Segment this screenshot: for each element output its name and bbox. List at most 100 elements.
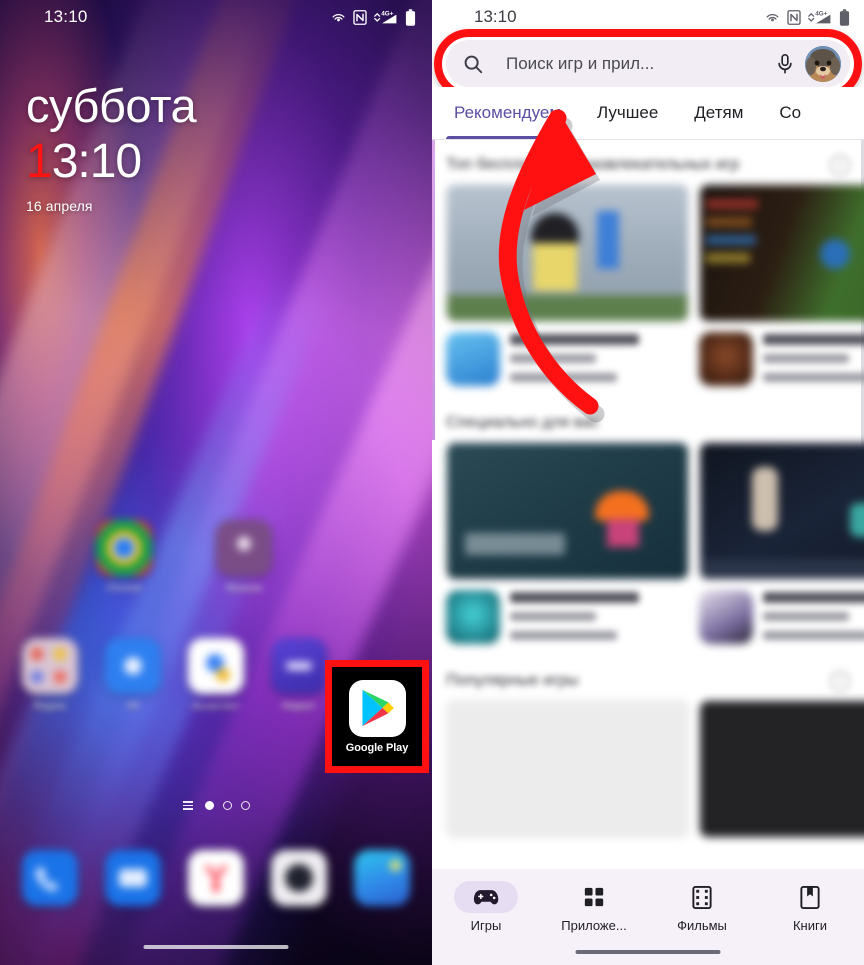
tab-events[interactable]: Со [761, 87, 819, 139]
home-app-chrome[interactable]: Chrome [88, 520, 160, 594]
info-icon[interactable]: i [830, 155, 850, 175]
folder-icon [22, 638, 78, 694]
app-banner [699, 442, 864, 580]
app-icon [446, 332, 500, 386]
signal-4g-plus-icon: 4G+ [808, 10, 831, 24]
google-play-icon [348, 679, 406, 737]
battery-icon [839, 8, 850, 26]
clock-date: 16 апреля [26, 197, 93, 214]
nav-item-movies[interactable]: Фильмы [648, 881, 756, 933]
home-app-vk[interactable]: VK [97, 638, 169, 712]
camera-icon [271, 850, 327, 906]
status-bar-icons: 4G+ [765, 8, 850, 26]
home-app-label: Яндекс [33, 701, 67, 712]
app-banner [446, 700, 689, 838]
nav-pill [778, 881, 842, 913]
nfc-icon [353, 9, 367, 25]
messages-icon [105, 850, 161, 906]
page-dot-1[interactable] [204, 801, 214, 810]
status-bar-icons: 4G+ [331, 8, 416, 26]
clock-widget[interactable]: суббота 13:10 16 апреля [26, 82, 197, 214]
search-input[interactable]: Поиск игр и прил... [446, 40, 850, 87]
nav-item-apps[interactable]: Приложе... [540, 881, 648, 933]
content-accent-edge [432, 140, 435, 440]
clock-time-rest: 3:10 [51, 135, 142, 188]
app-banner [699, 700, 864, 838]
app-card[interactable] [699, 700, 864, 838]
book-icon [800, 885, 820, 909]
cast-icon [766, 13, 779, 21]
app-meta [763, 332, 864, 382]
gallery-icon [354, 850, 410, 906]
app-icon [699, 590, 753, 644]
page-dot-3[interactable] [240, 801, 250, 810]
page-dot-2[interactable] [222, 801, 232, 810]
app-card[interactable] [446, 184, 689, 386]
home-gesture-bar[interactable] [143, 945, 289, 949]
section-title: Топ бесплатных и развлекательных игр [446, 156, 740, 173]
dock-app-phone[interactable] [14, 850, 86, 906]
chrome-icon [96, 520, 152, 576]
app-banner [446, 442, 689, 580]
dock-app-camera[interactable] [263, 850, 335, 906]
signal-4g-plus-icon: 4G+ [374, 10, 397, 24]
dock-app-messages[interactable] [97, 850, 169, 906]
app-banner [699, 184, 864, 322]
content-section: Популярные игры i [432, 644, 864, 838]
play-gesture-bar[interactable] [575, 950, 721, 954]
svg-text:4G+: 4G+ [381, 10, 394, 17]
svg-text:4G+: 4G+ [815, 10, 828, 17]
search-icon [464, 55, 483, 73]
list-icon[interactable] [182, 801, 193, 810]
search-bar-container: Поиск игр и прил... [434, 29, 862, 99]
cast-icon [332, 13, 345, 21]
android-home-screen: 13:10 4G+ суббота 13:10 16 апреля Chrome… [0, 0, 432, 965]
nav-label: Книги [792, 918, 828, 933]
music-icon [216, 520, 272, 576]
play-status-bar: 13:10 4G+ [432, 0, 864, 34]
page-indicator[interactable] [0, 801, 432, 810]
app-card[interactable] [699, 184, 864, 386]
tab-top[interactable]: Лучшее [579, 87, 676, 139]
home-app-folder[interactable]: Яндекс [14, 638, 86, 712]
vk-icon [105, 638, 161, 694]
home-app-label: Маркет [282, 701, 316, 712]
clock-time: 13:10 [26, 135, 196, 189]
app-icon [699, 332, 753, 386]
home-dock [0, 850, 432, 906]
nav-label: Игры [470, 918, 502, 933]
dock-app-yandex[interactable] [180, 850, 252, 906]
screenshot-root: 13:10 4G+ суббота 13:10 16 апреля Chrome… [0, 0, 864, 965]
active-tab-underline [446, 135, 554, 139]
section-title: Популярные игры [446, 672, 579, 689]
dock-app-gallery[interactable] [346, 850, 418, 906]
account-avatar[interactable] [805, 45, 841, 82]
home-app-assistant[interactable]: Ассистент [180, 638, 252, 712]
app-card[interactable] [446, 442, 689, 644]
content-section: Специально для вас [432, 386, 864, 644]
nav-label: Приложе... [561, 918, 627, 933]
home-app-music[interactable]: Музыка [208, 520, 280, 594]
search-placeholder: Поиск игр и прил... [506, 53, 655, 73]
google-play-label: Google Play [345, 741, 409, 754]
microphone-icon[interactable] [775, 53, 795, 75]
battery-icon [405, 8, 416, 26]
google-play-app: 13:10 4G+ Поиск игр и прил... Рекомендуе… [432, 0, 864, 965]
nav-item-games[interactable]: Игры [432, 881, 540, 933]
nav-item-books[interactable]: Книги [756, 881, 864, 933]
home-app-label: VK [126, 701, 140, 712]
tab-recommended[interactable]: Рекомендуем [436, 87, 579, 139]
home-app-label: Chrome [106, 583, 142, 594]
assistant-icon [188, 638, 244, 694]
info-icon[interactable]: i [830, 671, 850, 691]
home-status-bar: 13:10 4G+ [0, 0, 432, 34]
app-card[interactable] [446, 700, 689, 838]
play-content-scroll[interactable]: Топ бесплатных и развлекательных игр i С… [432, 140, 864, 874]
app-icon [446, 590, 500, 644]
category-tabs: Рекомендуем Лучшее Детям Со [432, 87, 864, 139]
app-card[interactable] [699, 442, 864, 644]
market-icon [271, 638, 327, 694]
app-row-top: Chrome Музыка [0, 520, 432, 594]
google-play-shortcut-highlight[interactable]: Google Play [325, 660, 429, 773]
tab-kids[interactable]: Детям [676, 87, 761, 139]
